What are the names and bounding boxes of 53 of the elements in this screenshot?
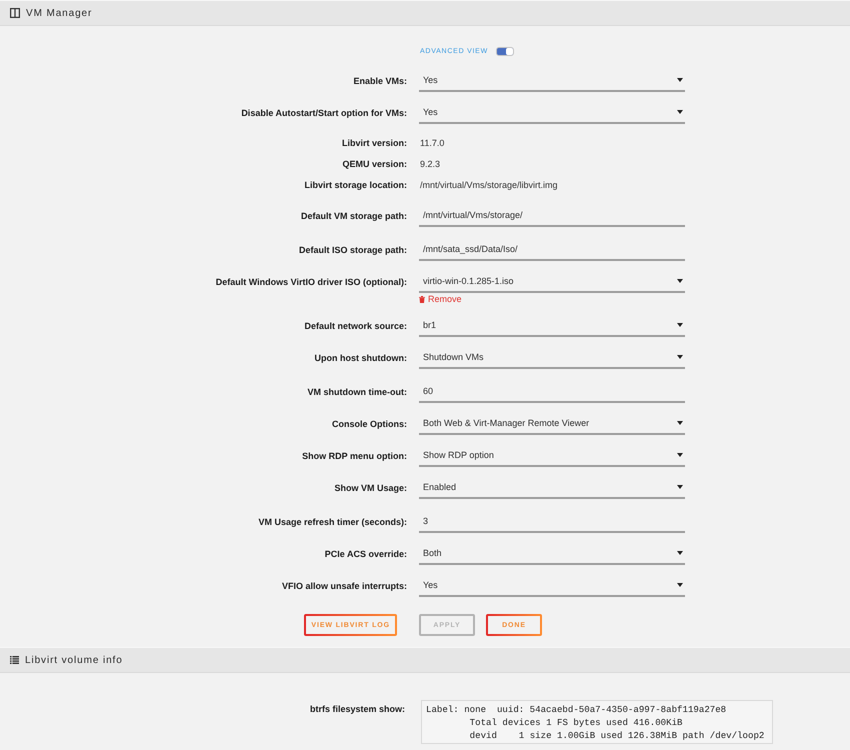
input-field[interactable]: 3 — [419, 509, 685, 533]
setting-label: Console Options: — [332, 418, 407, 431]
caret-icon — [677, 485, 683, 489]
setting-value: 9.2.3 — [419, 158, 440, 171]
caret-icon — [677, 551, 683, 555]
setting-label: Default ISO storage path: — [298, 244, 407, 257]
setting-label: Default Windows VirtIO driver ISO (optional): — [216, 276, 407, 289]
setting-label: Default VM storage path: — [300, 210, 407, 223]
setting-label: Default network source: — [304, 320, 407, 333]
setting-label: VM Usage refresh timer (seconds): — [258, 516, 407, 529]
setting-label: Upon host shutdown: — [314, 352, 407, 365]
list-icon — [10, 656, 19, 664]
input-field[interactable]: /mnt/virtual/Vms/storage/ — [419, 203, 685, 227]
dropdown[interactable]: Yes — [419, 70, 685, 92]
command-output: Label: none uuid: 54acaebd-50a7-4350-a997-8abf119a27e8 Total devices 1 FS bytes used 416.00KiB devid 1 size 1.00GiB used 126.38MiB path /dev/loop2 — [421, 700, 773, 744]
caret-icon — [677, 421, 683, 425]
input-field[interactable]: /mnt/sata_ssd/Data/Iso/ — [419, 237, 685, 261]
output-label: btrfs filesystem show: — [310, 703, 405, 716]
setting-label: Libvirt version: — [342, 137, 407, 150]
setting-label: PCIe ACS override: — [324, 548, 407, 561]
columns-icon — [10, 8, 20, 18]
dropdown[interactable]: Enabled — [419, 477, 685, 499]
setting-label: VFIO allow unsafe interrupts: — [282, 580, 407, 593]
remove-link[interactable]: Remove — [419, 293, 462, 305]
input-field[interactable]: 60 — [419, 379, 685, 403]
caret-icon — [677, 583, 683, 587]
toggle-switch[interactable] — [496, 46, 514, 56]
dropdown[interactable]: Yes — [419, 575, 685, 597]
dropdown[interactable]: Shutdown VMs — [419, 347, 685, 369]
setting-label: Show RDP menu option: — [302, 450, 407, 463]
caret-icon — [677, 110, 683, 114]
setting-label: Show VM Usage: — [334, 482, 407, 495]
setting-label: Libvirt storage location: — [304, 179, 407, 192]
section-title: Libvirt volume info — [25, 654, 123, 666]
dropdown[interactable]: virtio-win-0.1.285-1.iso — [419, 271, 685, 293]
setting-label: QEMU version: — [342, 158, 407, 171]
caret-icon — [677, 323, 683, 327]
dropdown[interactable]: br1 — [419, 315, 685, 337]
dropdown[interactable]: Both Web & Virt-Manager Remote Viewer — [419, 413, 685, 435]
caret-icon — [677, 355, 683, 359]
dropdown[interactable]: Yes — [419, 102, 685, 124]
dropdown[interactable]: Show RDP option — [419, 445, 685, 467]
caret-icon — [677, 78, 683, 82]
section-title: VM Manager — [26, 8, 92, 18]
setting-value: 11.7.0 — [419, 137, 444, 150]
caret-icon — [677, 279, 683, 283]
setting-value: /mnt/virtual/Vms/storage/libvirt.img — [419, 179, 558, 192]
setting-label: Enable VMs: — [353, 75, 407, 88]
dropdown[interactable]: Both — [419, 543, 685, 565]
setting-label: VM shutdown time-out: — [308, 386, 407, 399]
setting-label: Disable Autostart/Start option for VMs: — [241, 107, 407, 120]
caret-icon — [677, 453, 683, 457]
trash-icon — [419, 296, 425, 302]
